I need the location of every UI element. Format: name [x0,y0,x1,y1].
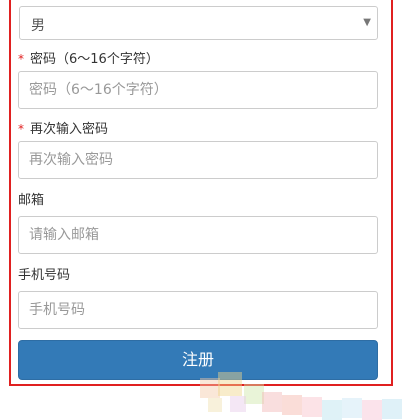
password-label-text: 密码（6～16个字符） [30,52,159,67]
gender-select[interactable]: 男 ▼ [19,6,378,40]
phone-field[interactable] [18,291,378,329]
password-confirm-label-text: 再次输入密码 [30,122,109,137]
email-field[interactable] [18,216,378,254]
gender-select-value: 男 [31,18,45,34]
required-marker: * [18,122,24,136]
password-confirm-field[interactable] [18,141,378,179]
email-label: 邮箱 [18,193,45,208]
chevron-down-icon: ▼ [363,17,371,28]
phone-label: 手机号码 [18,268,71,283]
password-confirm-label: * 再次输入密码 [18,118,108,137]
password-label: * 密码（6～16个字符） [18,48,159,67]
password-field[interactable] [18,71,378,109]
register-button[interactable]: 注册 [18,340,378,380]
required-marker: * [18,52,24,66]
